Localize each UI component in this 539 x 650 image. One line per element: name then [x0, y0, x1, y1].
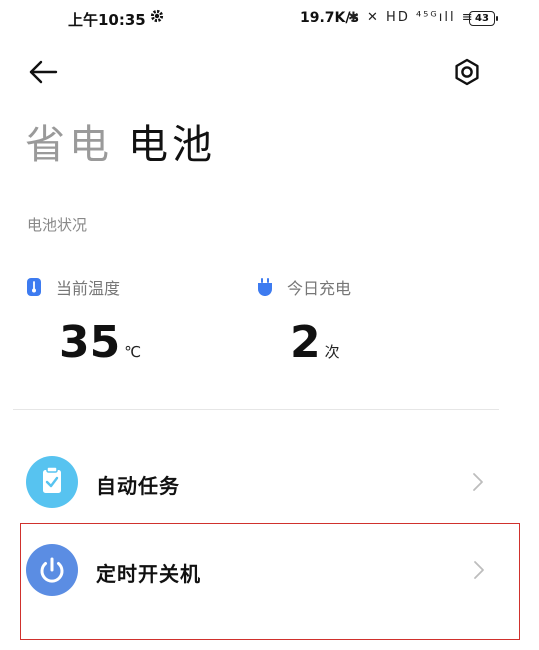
- charges-today-label: 今日充电: [287, 279, 352, 298]
- status-icons: ✱ ✕ HD ⁴⁵ᴳıll ≡: [348, 10, 475, 25]
- tab-power-saving[interactable]: 省电: [25, 112, 113, 170]
- charges-today-value: 2: [290, 317, 321, 368]
- arrow-left-icon: [29, 60, 58, 84]
- tab-battery[interactable]: 电池: [128, 112, 216, 170]
- charges-today-unit: 次: [324, 343, 340, 361]
- auto-task-label: 自动任务: [96, 474, 180, 498]
- gear-icon: [150, 9, 164, 23]
- scheduled-power-label: 定时开关机: [96, 562, 201, 586]
- chevron-right-icon: [473, 473, 483, 491]
- divider: [13, 409, 499, 410]
- settings-icon: [455, 58, 479, 86]
- battery-page: 上午10:35 19.7K/s ✱ ✕ HD ⁴⁵ᴳıll ≡ 43 省电 电池…: [0, 0, 539, 650]
- battery-level: 43: [469, 11, 498, 26]
- settings-button[interactable]: [452, 57, 482, 87]
- power-icon: [26, 544, 78, 596]
- charges-today-stat: 今日充电 2次: [257, 275, 352, 368]
- temperature-unit: ℃: [124, 343, 142, 361]
- back-button[interactable]: [28, 58, 60, 86]
- temperature-stat: 当前温度 35 ℃: [26, 275, 141, 368]
- clipboard-check-icon: [26, 456, 78, 508]
- scheduled-power-item[interactable]: 定时开关机: [20, 523, 520, 640]
- chevron-right-icon: [474, 561, 484, 579]
- status-bar: 上午10:35 19.7K/s ✱ ✕ HD ⁴⁵ᴳıll ≡ 43: [0, 0, 539, 40]
- temperature-value: 35: [59, 317, 121, 368]
- thermometer-icon: [27, 278, 41, 296]
- battery-status-label: 电池状况: [27, 216, 88, 234]
- temperature-label: 当前温度: [56, 279, 121, 298]
- plug-icon: [258, 278, 272, 296]
- status-time: 上午10:35: [68, 11, 146, 29]
- auto-task-item[interactable]: 自动任务: [20, 434, 520, 530]
